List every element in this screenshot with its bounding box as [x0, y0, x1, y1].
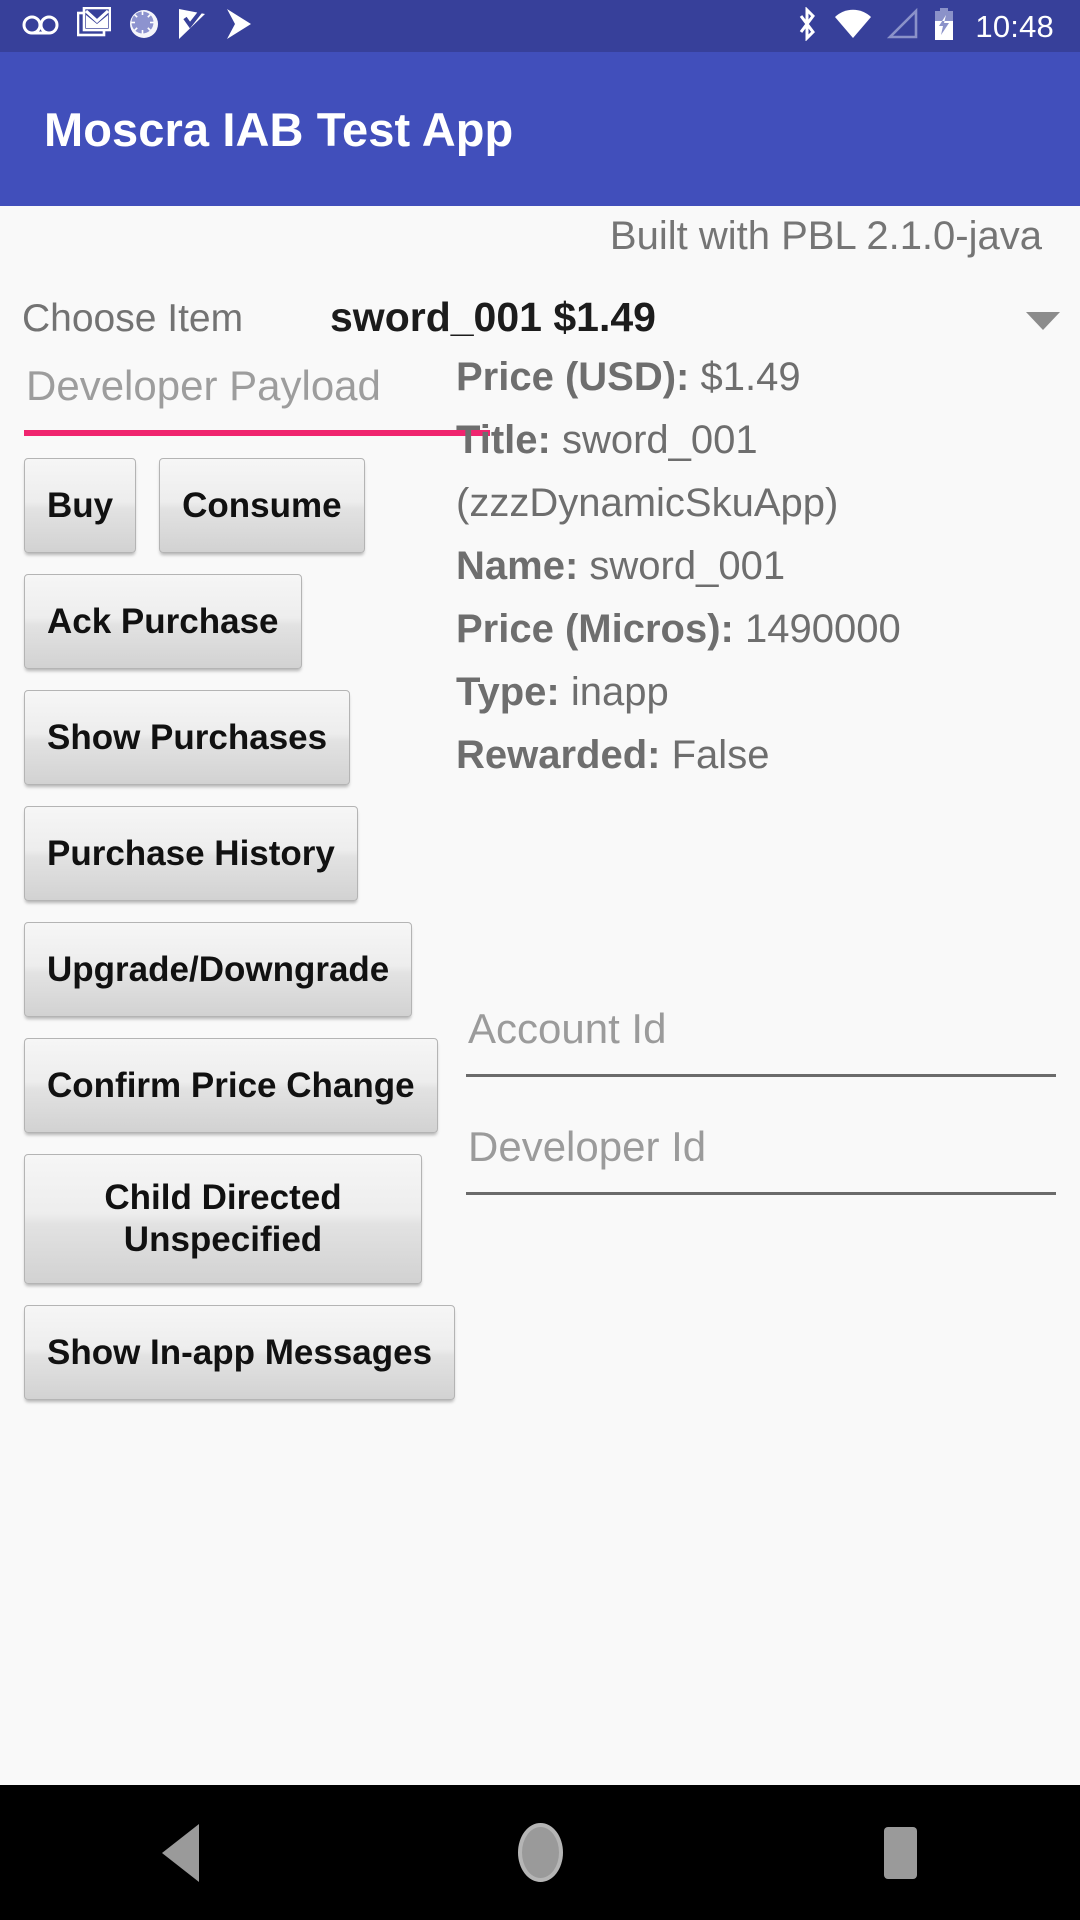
detail-name-value: sword_001: [589, 544, 786, 588]
detail-rewarded-value: False: [671, 733, 770, 777]
main-content: Built with PBL 2.1.0-java Choose Item sw…: [0, 206, 1080, 1785]
detail-price-micros: Price (Micros): 1490000: [456, 598, 1056, 661]
upgrade-downgrade-button[interactable]: Upgrade/Downgrade: [24, 922, 413, 1017]
chevron-down-icon[interactable]: [1026, 312, 1060, 330]
action-button-stack: Buy Consume Ack Purchase Show Purchases …: [24, 458, 484, 1421]
show-inapp-messages-button[interactable]: Show In-app Messages: [24, 1305, 456, 1400]
ack-purchase-button[interactable]: Ack Purchase: [24, 574, 302, 669]
show-purchases-button[interactable]: Show Purchases: [24, 690, 351, 785]
bluetooth-icon: [795, 5, 819, 46]
detail-type-label: Type:: [456, 670, 560, 714]
wifi-icon: [833, 8, 873, 45]
sku-details-panel: Price (USD): $1.49 Title: sword_001 (zzz…: [456, 346, 1056, 787]
consume-button[interactable]: Consume: [159, 458, 365, 553]
developer-id-placeholder: Developer Id: [468, 1123, 707, 1170]
account-id-placeholder: Account Id: [468, 1005, 667, 1052]
detail-price-usd-value: $1.49: [700, 355, 801, 399]
nav-home-button[interactable]: [465, 1785, 615, 1920]
built-with-label: Built with PBL 2.1.0-java: [609, 214, 1042, 258]
detail-price-micros-value: 1490000: [744, 607, 901, 651]
detail-type-value: inapp: [570, 670, 669, 714]
android-screen: 10:48 Moscra IAB Test App Built with PBL…: [0, 0, 1080, 1920]
child-directed-button[interactable]: Child Directed Unspecified: [24, 1154, 422, 1284]
account-id-underline: [466, 1074, 1056, 1077]
status-bar-notifications: [22, 6, 254, 46]
buy-button[interactable]: Buy: [24, 458, 137, 553]
developer-payload-field[interactable]: Developer Payload: [24, 358, 490, 436]
detail-name-label: Name:: [456, 544, 579, 588]
status-bar-system: 10:48: [795, 5, 1054, 46]
developer-id-field[interactable]: Developer Id: [466, 1119, 1056, 1195]
back-triangle-icon: [161, 1823, 199, 1882]
detail-price-usd-label: Price (USD):: [456, 355, 690, 399]
detail-rewarded: Rewarded: False: [456, 724, 1056, 787]
choose-item-label: Choose Item: [22, 297, 244, 340]
battery-charging-icon: [933, 7, 955, 46]
cell-signal-icon: [887, 7, 919, 45]
play-store-icon: [224, 7, 254, 46]
detail-price-usd: Price (USD): $1.49: [456, 346, 1056, 409]
buy-consume-row: Buy Consume: [24, 458, 484, 574]
account-id-field[interactable]: Account Id: [466, 1001, 1056, 1077]
recents-square-icon: [883, 1826, 917, 1879]
detail-type: Type: inapp: [456, 661, 1056, 724]
app-bar: Moscra IAB Test App: [0, 52, 1080, 206]
detail-price-micros-label: Price (Micros):: [456, 607, 734, 651]
voicemail-icon: [22, 9, 60, 44]
detail-rewarded-label: Rewarded:: [456, 733, 661, 777]
developer-id-underline: [466, 1192, 1056, 1195]
nav-recents-button[interactable]: [825, 1785, 975, 1920]
detail-title: Title: sword_001 (zzzDynamicSkuApp): [456, 409, 1056, 535]
sync-circle-icon: [128, 8, 160, 45]
app-title: Moscra IAB Test App: [44, 103, 514, 156]
detail-title-label: Title:: [456, 418, 551, 462]
purchase-history-button[interactable]: Purchase History: [24, 806, 358, 901]
gmail-icon: [76, 6, 112, 46]
nav-back-button[interactable]: [105, 1785, 255, 1920]
developer-payload-placeholder: Developer Payload: [26, 362, 381, 409]
confirm-price-change-button[interactable]: Confirm Price Change: [24, 1038, 438, 1133]
status-bar-clock: 10:48: [975, 8, 1054, 44]
developer-payload-underline: [24, 430, 490, 436]
play-movies-icon: [177, 7, 207, 46]
id-fields-group: Account Id Developer Id: [466, 1001, 1056, 1237]
system-nav-bar: [0, 1785, 1080, 1920]
choose-item-spinner-value[interactable]: sword_001 $1.49: [330, 293, 656, 342]
detail-name: Name: sword_001: [456, 535, 1056, 598]
status-bar: 10:48: [0, 0, 1080, 52]
home-circle-icon: [517, 1823, 563, 1882]
